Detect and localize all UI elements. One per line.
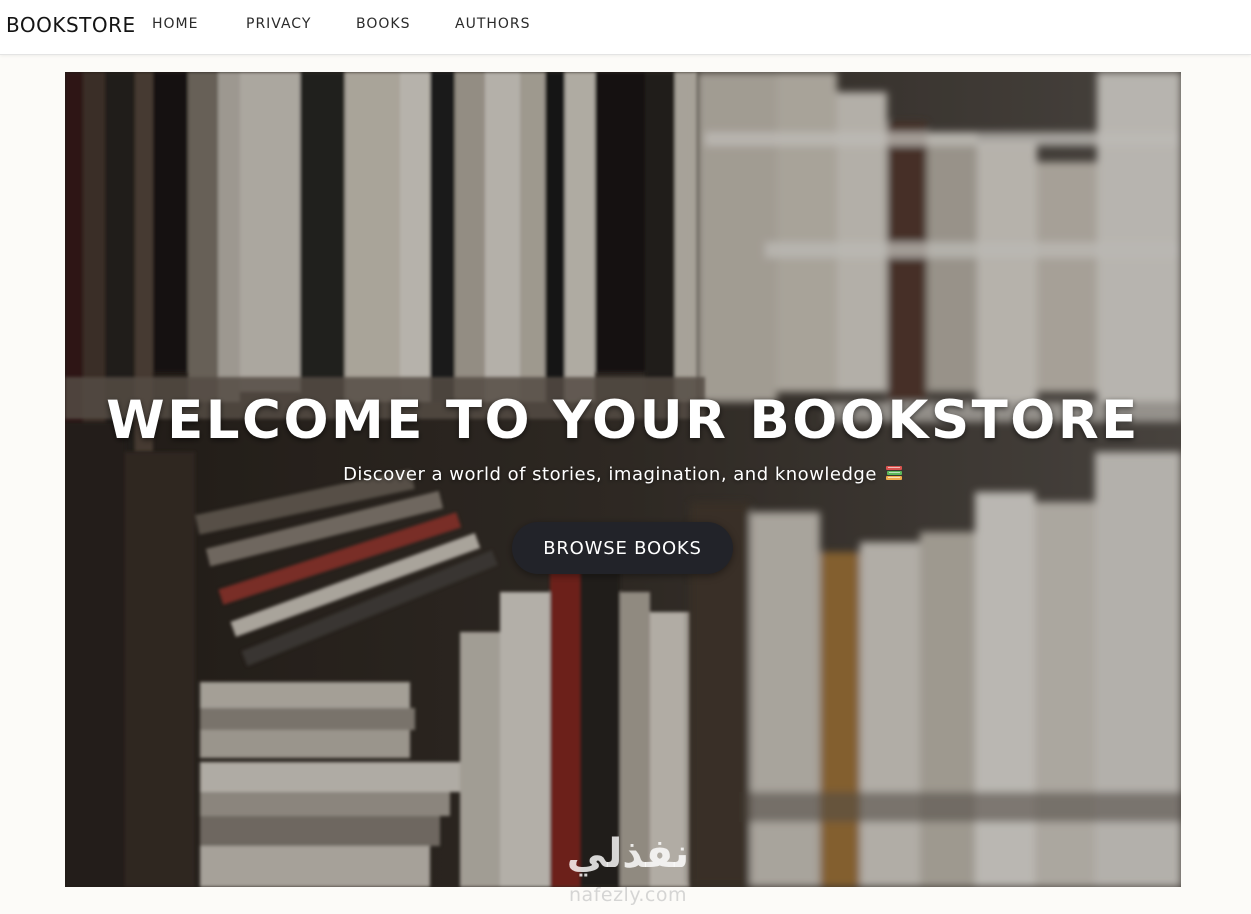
hero-subtitle: Discover a world of stories, imagination… — [65, 464, 1181, 485]
nav-link-home[interactable]: HOME — [152, 16, 198, 32]
watermark-latin-text: nafezly.com — [569, 884, 687, 906]
hero-section: WELCOME TO YOUR BOOKSTORE Discover a wor… — [65, 72, 1181, 887]
nav-link-privacy[interactable]: PRIVACY — [246, 16, 311, 32]
nav-link-books[interactable]: BOOKS — [356, 16, 410, 32]
nav-link-authors[interactable]: AUTHORS — [455, 16, 531, 32]
top-navbar: BOOKSTORE HOME PRIVACY BOOKS AUTHORS — [0, 0, 1251, 55]
books-emoji-icon — [885, 464, 903, 482]
browse-books-button[interactable]: BROWSE BOOKS — [512, 522, 733, 574]
brand-logo-link[interactable]: BOOKSTORE — [6, 13, 136, 37]
watermark-arabic-text: نفذلي — [566, 831, 690, 877]
nafezly-watermark: نفذلي nafezly.com — [548, 832, 708, 912]
hero-subtitle-text: Discover a world of stories, imagination… — [343, 464, 877, 485]
hero-title: WELCOME TO YOUR BOOKSTORE — [106, 390, 1140, 451]
